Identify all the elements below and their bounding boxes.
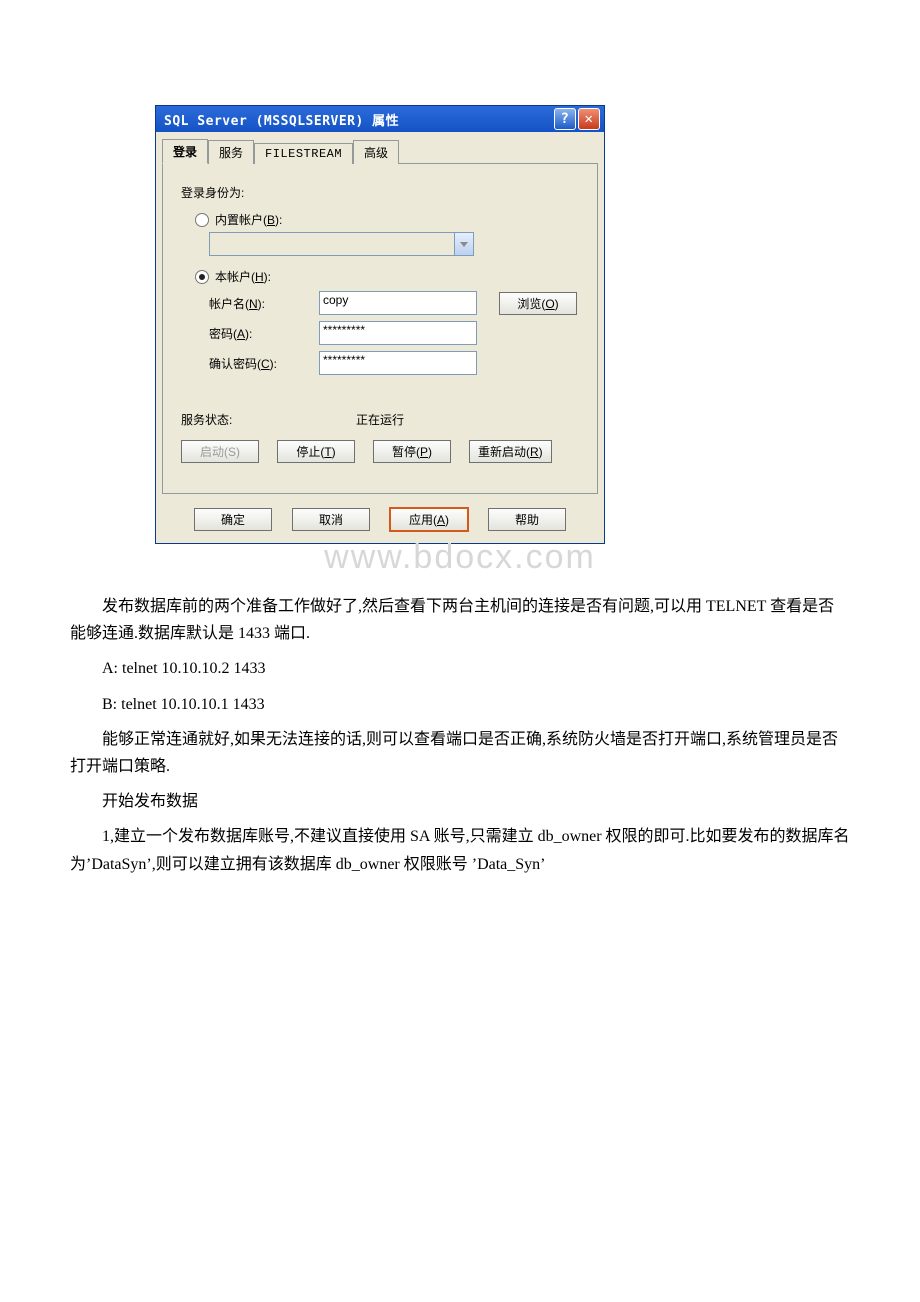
titlebar[interactable]: SQL Server (MSSQLSERVER) 属性 ? ✕ (156, 106, 604, 132)
tab-login[interactable]: 登录 (162, 139, 208, 164)
cancel-button[interactable]: 取消 (292, 508, 370, 531)
article-paragraph: A: telnet 10.10.10.2 1433 (70, 655, 850, 682)
password-label: 密码(A): (209, 325, 319, 342)
builtin-account-label: 内置帐户(B): (215, 211, 282, 228)
help-button[interactable]: 帮助 (488, 508, 566, 531)
radio-local-account[interactable] (195, 270, 209, 284)
article-paragraph: B: telnet 10.10.10.1 1433 (70, 691, 850, 718)
local-account-label: 本帐户(H): (215, 268, 271, 285)
confirm-password-label: 确认密码(C): (209, 355, 319, 372)
tab-filestream[interactable]: FILESTREAM (254, 143, 353, 164)
service-status-label: 服务状态: (181, 411, 356, 428)
radio-builtin-account[interactable] (195, 213, 209, 227)
watermark-text: www.bdocx.com (70, 538, 850, 577)
help-icon[interactable]: ? (554, 108, 576, 130)
account-name-input[interactable]: copy (319, 291, 477, 315)
builtin-account-combo[interactable] (209, 232, 474, 256)
tab-strip: 登录 服务 FILESTREAM 高级 (162, 138, 598, 164)
apply-button[interactable]: 应用(A) (390, 508, 468, 531)
login-as-label: 登录身份为: (181, 184, 579, 201)
close-icon[interactable]: ✕ (578, 108, 600, 130)
article-paragraph: 发布数据库前的两个准备工作做好了,然后查看下两台主机间的连接是否有问题,可以用 … (70, 593, 850, 647)
account-name-label: 帐户名(N): (209, 295, 319, 312)
article-paragraph: 能够正常连通就好,如果无法连接的话,则可以查看端口是否正确,系统防火墙是否打开端… (70, 726, 850, 780)
properties-dialog: SQL Server (MSSQLSERVER) 属性 ? ✕ 登录 服务 FI… (155, 105, 605, 544)
tab-advanced[interactable]: 高级 (353, 140, 399, 164)
chevron-down-icon[interactable] (455, 232, 474, 256)
password-input[interactable]: ********* (319, 321, 477, 345)
article-paragraph: 1,建立一个发布数据库账号,不建议直接使用 SA 账号,只需建立 db_owne… (70, 823, 850, 877)
confirm-password-input[interactable]: ********* (319, 351, 477, 375)
stop-button[interactable]: 停止(T) (277, 440, 355, 463)
start-button: 启动(S) (181, 440, 259, 463)
article-paragraph: 开始发布数据 (70, 788, 850, 815)
restart-button[interactable]: 重新启动(R) (469, 440, 552, 463)
ok-button[interactable]: 确定 (194, 508, 272, 531)
tab-panel-login: 登录身份为: 内置帐户(B): 本帐户(H): (162, 164, 598, 494)
browse-button[interactable]: 浏览(O) (499, 292, 577, 315)
pause-button[interactable]: 暂停(P) (373, 440, 451, 463)
service-status-value: 正在运行 (356, 411, 404, 428)
builtin-account-value (209, 232, 455, 256)
dialog-title: SQL Server (MSSQLSERVER) 属性 (164, 110, 552, 129)
tab-service[interactable]: 服务 (208, 140, 254, 164)
